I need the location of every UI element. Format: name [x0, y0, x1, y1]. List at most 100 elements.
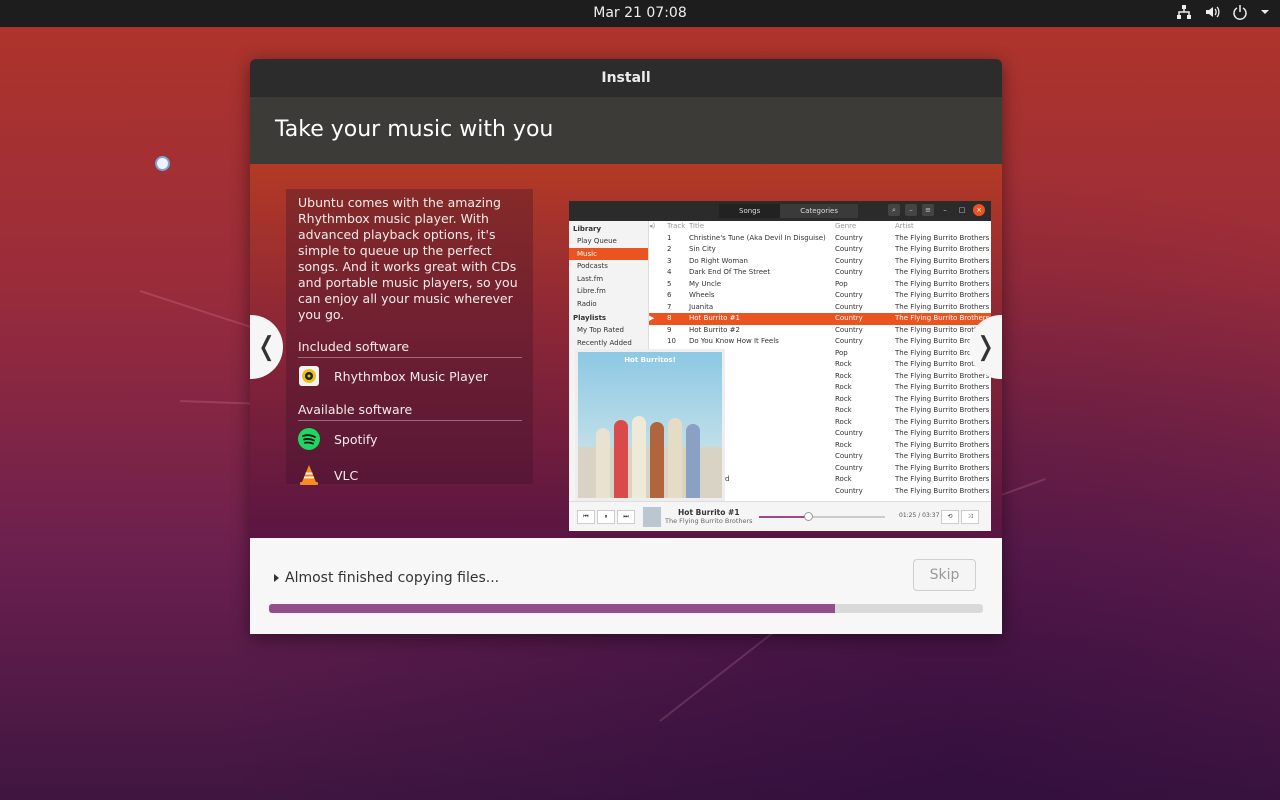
table-cell: The Flying Burrito Brothers [895, 245, 990, 253]
table-cell: Christine's Tune (Aka Devil In Disguise) [689, 233, 826, 242]
table-cell: Country [835, 486, 863, 495]
sidebar-item: Recently Added [577, 338, 632, 347]
table-header: ◂) Track Title Genre Artist [649, 221, 991, 233]
slide-description: Ubuntu comes with the amazing Rhythmbox … [298, 195, 518, 322]
table-cell: My Uncle [689, 279, 722, 288]
slide-title: Take your music with you [250, 97, 1002, 164]
table-row: 1 Christine's Tune (Aka Devil In Disguise… [649, 233, 991, 245]
menu-icon: ≡ [922, 204, 934, 216]
table-cell: The Flying Burrito Brothers [895, 279, 990, 288]
table-cell: Country [835, 429, 863, 437]
table-cell: Juanita [689, 302, 714, 311]
table-cell: The Flying Burrito Brothers [895, 463, 990, 472]
included-software-heading: Included software [298, 339, 522, 358]
column-header: Title [689, 222, 705, 230]
table-cell: 1 [667, 233, 672, 242]
table-cell: 2 [667, 245, 672, 253]
table-cell: The Flying Burrito Brothers [895, 233, 990, 242]
row-marker [649, 290, 667, 302]
table-cell: The Flying Burrito Brothers [895, 383, 990, 391]
previous-slide-button[interactable]: ❬ [250, 315, 283, 379]
table-cell: Rock [835, 475, 852, 483]
rhythmbox-tab-songs: Songs [719, 204, 781, 218]
table-cell: Country [835, 256, 863, 265]
progress-status: Almost finished copying files... [285, 570, 500, 586]
table-row: ▶ 8 Hot Burrito #1 Country The Flying Burrit… [649, 313, 991, 325]
table-cell: Country [835, 452, 863, 460]
table-row: 9 Hot Burrito #2 Country The Flying Burrito… [649, 325, 991, 337]
software-item: Rhythmbox Music Player [298, 358, 521, 394]
table-cell: Hot Burrito #2 [689, 325, 740, 334]
seek-bar [759, 512, 885, 521]
column-header: Track [667, 222, 686, 230]
playback-time: 01:25 / 03:37 [899, 512, 940, 519]
table-cell: 10 [667, 337, 676, 345]
table-row: 10 Do You Know How It Feels Country The Fly… [649, 336, 991, 348]
available-software-heading: Available software [298, 402, 522, 421]
rhythmbox-tab-categories: Categories [780, 204, 858, 218]
system-tray[interactable] [1176, 4, 1270, 20]
close-icon: × [973, 204, 985, 216]
row-marker [649, 267, 667, 279]
table-cell: 7 [667, 302, 672, 311]
sidebar-item: Radio [577, 299, 597, 308]
minus-icon: – [905, 204, 917, 216]
software-name: VLC [334, 467, 359, 483]
column-header: Artist [895, 222, 914, 230]
sidebar-item: Podcasts [577, 262, 608, 270]
rhythmbox-player-bar: ⏮ ⏸ ⏭ Hot Burrito #1 The Flying Burrito … [569, 501, 991, 531]
row-marker [649, 336, 667, 348]
table-cell: The Flying Burrito Brothers [895, 417, 990, 426]
table-cell: Rock [835, 360, 852, 368]
expander-arrow-icon[interactable] [274, 574, 279, 582]
sidebar-item: Libre.fm [577, 287, 606, 295]
network-icon[interactable] [1176, 4, 1192, 20]
sidebar-item: Last.fm [577, 274, 604, 283]
sidebar-item: My Top Rated [577, 326, 624, 334]
table-cell: The Flying Burrito Brothers [895, 302, 990, 311]
table-cell: The Flying Burrito Brothers [895, 440, 990, 449]
table-cell: Country [835, 325, 863, 334]
table-cell: The Flying Burrito Brothers [895, 486, 990, 495]
next-icon: ⏭ [617, 510, 635, 524]
details-expander[interactable]: Almost finished copying files... [274, 570, 499, 586]
shuffle-icon: ⤨ [961, 510, 979, 524]
playing-icon: ▶ [649, 314, 655, 322]
table-cell: Pop [835, 348, 848, 357]
software-item: Spotify [298, 421, 521, 457]
table-row: 4 Dark End Of The Street Country The Flying… [649, 267, 991, 279]
progress-bar [269, 604, 983, 613]
rhythmbox-headerbar: Songs Categories ⌕ – ≡ – □ × [569, 201, 991, 221]
spotify-icon [298, 428, 320, 450]
table-cell: Do You Know How It Feels [689, 337, 779, 345]
table-cell: Rock [835, 440, 852, 449]
table-cell: Do Right Woman [689, 256, 748, 265]
software-item: VLC [298, 457, 521, 493]
row-marker [649, 325, 667, 337]
rhythmbox-screenshot: Songs Categories ⌕ – ≡ – □ × Library Pla… [569, 201, 991, 531]
table-cell: The Flying Burrito Brothers [895, 475, 990, 483]
table-cell: The Flying Burrito Brothers [895, 371, 990, 380]
table-cell: Pop [835, 279, 848, 288]
table-cell: Rock [835, 371, 852, 380]
table-row: 3 Do Right Woman Country The Flying Burrito… [649, 256, 991, 268]
slide-body: Ubuntu comes with the amazing Rhythmbox … [250, 164, 1002, 538]
skip-button[interactable]: Skip [913, 559, 976, 591]
table-cell: Country [835, 268, 863, 276]
vlc-icon [298, 464, 320, 486]
window-title: Install [250, 59, 1002, 97]
desktop-icon[interactable] [155, 156, 170, 171]
table-cell: Country [835, 245, 863, 253]
minimize-icon: – [943, 206, 947, 214]
clock[interactable]: Mar 21 07:08 [0, 5, 1280, 21]
table-cell: The Flying Burrito Brothers [895, 256, 990, 265]
row-marker [649, 256, 667, 268]
table-cell: The Flying Burrito Brothers [895, 314, 990, 322]
volume-icon[interactable] [1204, 4, 1220, 20]
sidebar-item: Music [569, 247, 648, 260]
table-cell: Dark End Of The Street [689, 268, 771, 276]
power-icon[interactable] [1232, 4, 1248, 20]
row-marker [649, 244, 667, 256]
chevron-down-icon[interactable] [1260, 4, 1270, 20]
table-cell: Country [835, 233, 863, 242]
